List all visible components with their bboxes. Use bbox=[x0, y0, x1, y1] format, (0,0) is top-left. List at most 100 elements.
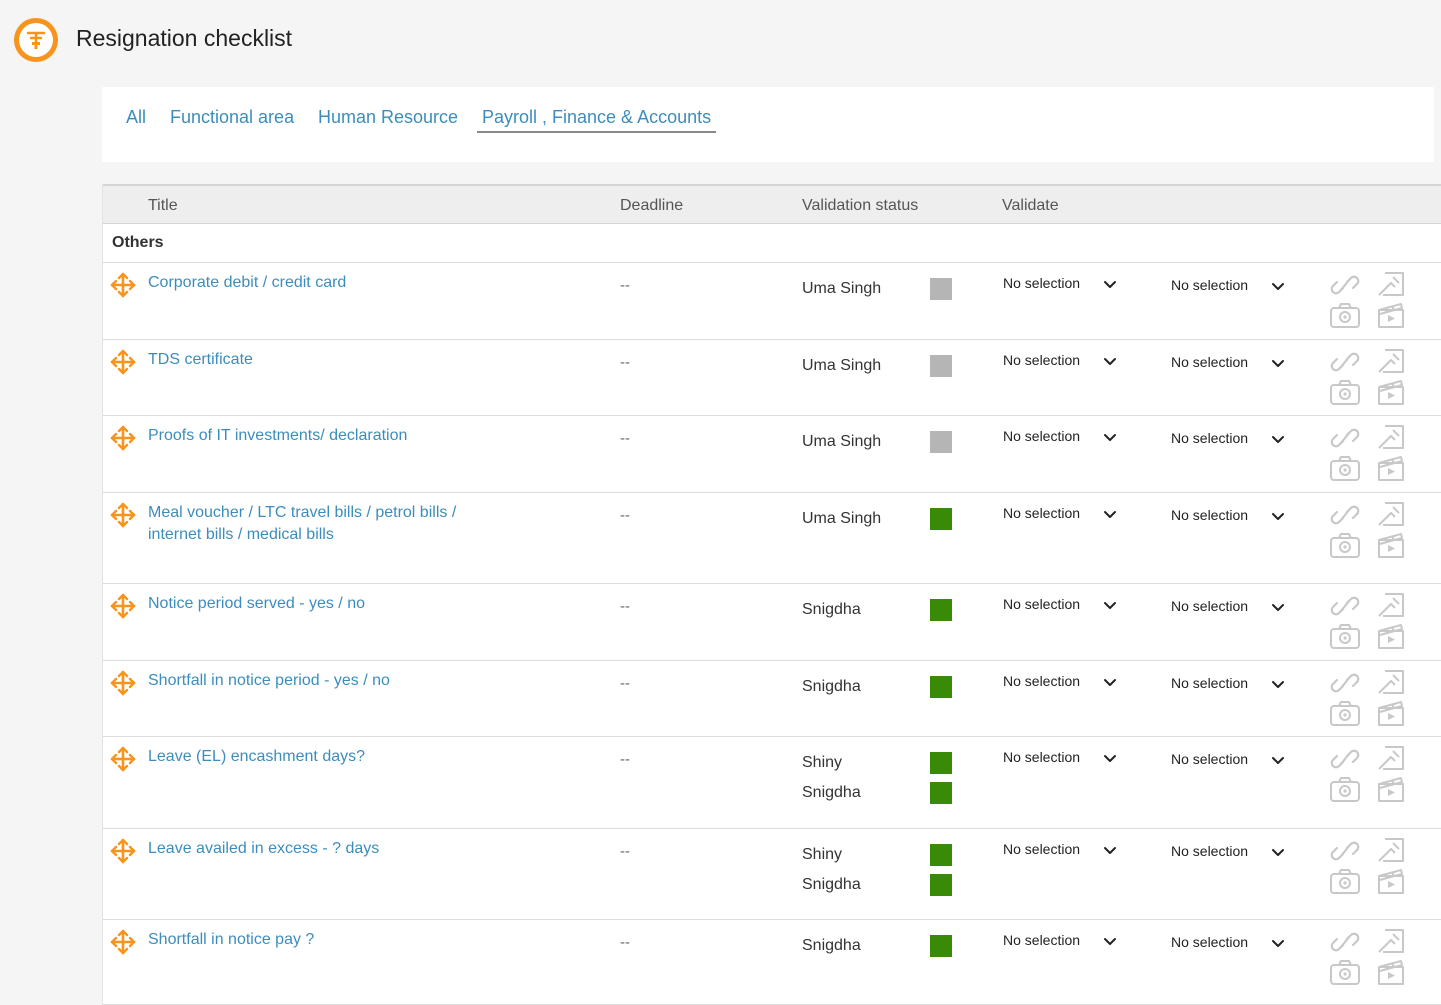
row-title-link[interactable]: Shortfall in notice pay ? bbox=[148, 929, 488, 951]
chevron-down-icon bbox=[1271, 753, 1285, 769]
drag-move-icon[interactable] bbox=[110, 746, 136, 772]
camera-icon[interactable] bbox=[1329, 300, 1361, 330]
video-icon[interactable] bbox=[1375, 698, 1407, 728]
camera-icon[interactable] bbox=[1329, 621, 1361, 651]
validate-select-2[interactable]: No selection bbox=[1171, 840, 1289, 864]
row-deadline: -- bbox=[620, 934, 630, 951]
drag-move-icon[interactable] bbox=[110, 593, 136, 619]
row-title-link[interactable]: Corporate debit / credit card bbox=[148, 272, 488, 294]
drag-move-icon[interactable] bbox=[110, 502, 136, 528]
attachment-icon[interactable] bbox=[1375, 743, 1407, 773]
validate-select-1[interactable]: No selection bbox=[1003, 593, 1121, 617]
validate-select-2[interactable]: No selection bbox=[1171, 748, 1289, 772]
camera-icon[interactable] bbox=[1329, 377, 1361, 407]
attachment-icon[interactable] bbox=[1375, 667, 1407, 697]
attachment-icon[interactable] bbox=[1375, 269, 1407, 299]
validator-name: Snigdha bbox=[802, 678, 861, 695]
attachment-icon[interactable] bbox=[1375, 346, 1407, 376]
validate-select-1[interactable]: No selection bbox=[1003, 425, 1121, 449]
column-header-validation-status[interactable]: Validation status bbox=[802, 197, 918, 215]
row-title-link[interactable]: Proofs of IT investments/ declaration bbox=[148, 425, 488, 447]
table-header: Title Deadline Validation status Validat… bbox=[103, 184, 1441, 224]
camera-icon[interactable] bbox=[1329, 957, 1361, 987]
row-title-link[interactable]: Notice period served - yes / no bbox=[148, 593, 488, 615]
drag-move-icon[interactable] bbox=[110, 425, 136, 451]
link-icon[interactable] bbox=[1329, 270, 1361, 300]
camera-icon[interactable] bbox=[1329, 453, 1361, 483]
row-title-link[interactable]: TDS certificate bbox=[148, 349, 488, 371]
chevron-down-icon bbox=[1271, 677, 1285, 693]
validate-select-1[interactable]: No selection bbox=[1003, 746, 1121, 770]
table-row: Leave (EL) encashment days? -- Shiny Snigdh… bbox=[103, 737, 1441, 829]
chevron-down-icon bbox=[1271, 509, 1285, 525]
camera-icon[interactable] bbox=[1329, 530, 1361, 560]
validator-name: Shiny bbox=[802, 846, 843, 863]
drag-move-icon[interactable] bbox=[110, 838, 136, 864]
row-deadline: -- bbox=[620, 598, 630, 615]
link-icon[interactable] bbox=[1329, 836, 1361, 866]
video-icon[interactable] bbox=[1375, 377, 1407, 407]
drag-move-icon[interactable] bbox=[110, 272, 136, 298]
drag-move-icon[interactable] bbox=[110, 349, 136, 375]
validate-select-2[interactable]: No selection bbox=[1171, 504, 1289, 528]
validate-select-2[interactable]: No selection bbox=[1171, 595, 1289, 619]
validate-select-2[interactable]: No selection bbox=[1171, 672, 1289, 696]
link-icon[interactable] bbox=[1329, 500, 1361, 530]
drag-move-icon[interactable] bbox=[110, 929, 136, 955]
row-title-link[interactable]: Leave availed in excess - ? days bbox=[148, 838, 488, 860]
link-icon[interactable] bbox=[1329, 591, 1361, 621]
camera-icon[interactable] bbox=[1329, 774, 1361, 804]
video-icon[interactable] bbox=[1375, 530, 1407, 560]
video-icon[interactable] bbox=[1375, 957, 1407, 987]
link-icon[interactable] bbox=[1329, 927, 1361, 957]
table-row: Shortfall in notice period - yes / no -- S… bbox=[103, 661, 1441, 737]
link-icon[interactable] bbox=[1329, 423, 1361, 453]
attachment-icon[interactable] bbox=[1375, 926, 1407, 956]
validate-select-2[interactable]: No selection bbox=[1171, 351, 1289, 375]
video-icon[interactable] bbox=[1375, 453, 1407, 483]
app-header: Resignation checklist bbox=[0, 0, 1441, 80]
tab-human-resource[interactable]: Human Resource bbox=[318, 106, 458, 128]
column-header-title[interactable]: Title bbox=[148, 197, 178, 215]
validate-select-2[interactable]: No selection bbox=[1171, 931, 1289, 955]
row-title-link[interactable]: Leave (EL) encashment days? bbox=[148, 746, 488, 768]
video-icon[interactable] bbox=[1375, 300, 1407, 330]
validate-select-value: No selection bbox=[1003, 749, 1081, 765]
group-row-others: Others bbox=[103, 224, 1441, 263]
validate-select-1[interactable]: No selection bbox=[1003, 272, 1121, 296]
camera-icon[interactable] bbox=[1329, 698, 1361, 728]
tab-all[interactable]: All bbox=[126, 106, 146, 128]
row-title-link[interactable]: Meal voucher / LTC travel bills / petrol… bbox=[148, 502, 488, 546]
link-icon[interactable] bbox=[1329, 347, 1361, 377]
video-icon[interactable] bbox=[1375, 621, 1407, 651]
validate-select-1[interactable]: No selection bbox=[1003, 349, 1121, 373]
validate-select-1[interactable]: No selection bbox=[1003, 838, 1121, 862]
video-icon[interactable] bbox=[1375, 866, 1407, 896]
validate-select-1[interactable]: No selection bbox=[1003, 929, 1121, 953]
attachment-icon[interactable] bbox=[1375, 422, 1407, 452]
chevron-down-icon bbox=[1103, 277, 1117, 293]
camera-icon[interactable] bbox=[1329, 866, 1361, 896]
link-icon[interactable] bbox=[1329, 668, 1361, 698]
validate-select-2[interactable]: No selection bbox=[1171, 274, 1289, 298]
video-icon[interactable] bbox=[1375, 774, 1407, 804]
validate-select-1[interactable]: No selection bbox=[1003, 502, 1121, 526]
validate-select-2[interactable]: No selection bbox=[1171, 427, 1289, 451]
tab-functional-area[interactable]: Functional area bbox=[170, 106, 294, 128]
attachment-icon[interactable] bbox=[1375, 835, 1407, 865]
attachment-icon[interactable] bbox=[1375, 590, 1407, 620]
validate-select-1[interactable]: No selection bbox=[1003, 670, 1121, 694]
validate-select-value: No selection bbox=[1171, 751, 1249, 767]
tab-payroll-finance-accounts[interactable]: Payroll , Finance & Accounts bbox=[477, 106, 717, 133]
attachment-icon[interactable] bbox=[1375, 499, 1407, 529]
validate-select-value: No selection bbox=[1171, 507, 1249, 523]
link-icon[interactable] bbox=[1329, 744, 1361, 774]
chevron-down-icon bbox=[1271, 356, 1285, 372]
column-header-deadline[interactable]: Deadline bbox=[620, 197, 683, 215]
drag-move-icon[interactable] bbox=[110, 670, 136, 696]
validation-status-indicator bbox=[930, 676, 952, 698]
column-header-validate[interactable]: Validate bbox=[1002, 197, 1059, 215]
row-title-link[interactable]: Shortfall in notice period - yes / no bbox=[148, 670, 488, 692]
checklist-logo-icon bbox=[14, 18, 58, 62]
validator-name: Shiny bbox=[802, 754, 843, 771]
